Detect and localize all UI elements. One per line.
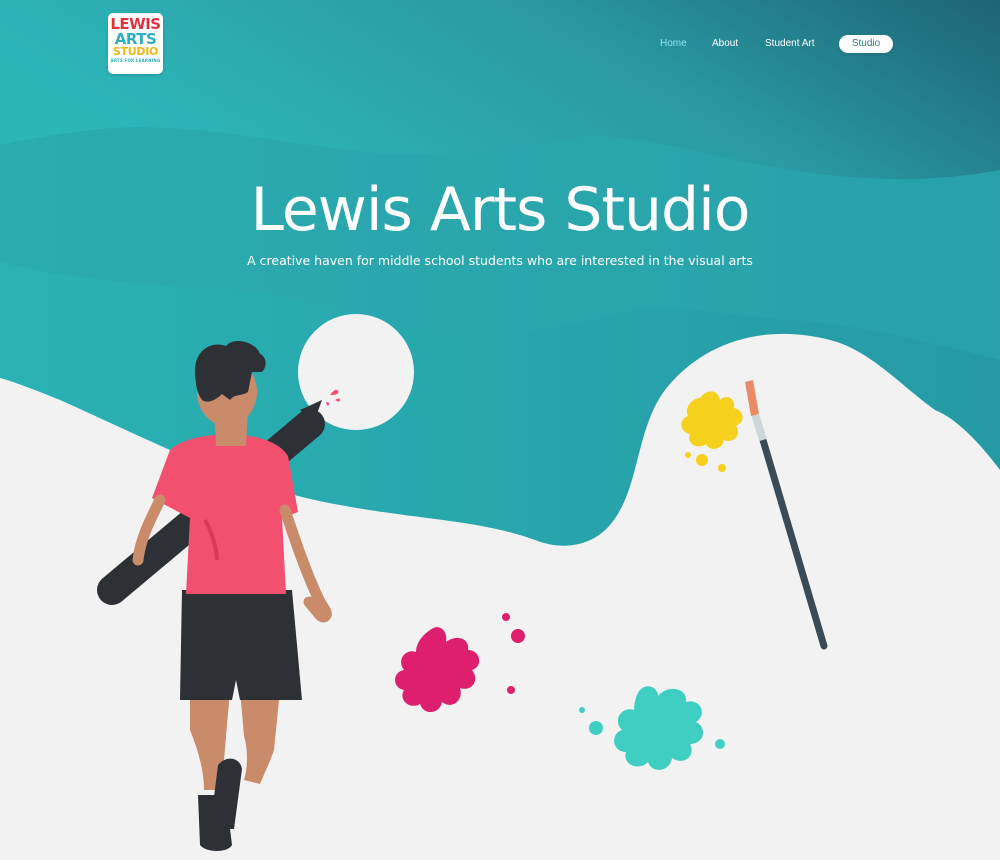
nav-link-student-art[interactable]: Student Art [765, 35, 814, 53]
main-navigation: Home About Student Art Studio [0, 35, 1000, 53]
nav-link-home[interactable]: Home [660, 35, 687, 53]
hero-subtitle: A creative haven for middle school stude… [247, 253, 753, 268]
hero-title: Lewis Arts Studio [250, 175, 750, 245]
page: LEWIS ARTS STUDIO ARTS FOR LEARNING Home… [0, 0, 1000, 860]
hero-background [0, 0, 1000, 860]
nav-button-studio[interactable]: Studio [839, 35, 893, 53]
nav-link-about[interactable]: About [712, 35, 738, 53]
logo-tagline: ARTS FOR LEARNING [110, 58, 161, 63]
